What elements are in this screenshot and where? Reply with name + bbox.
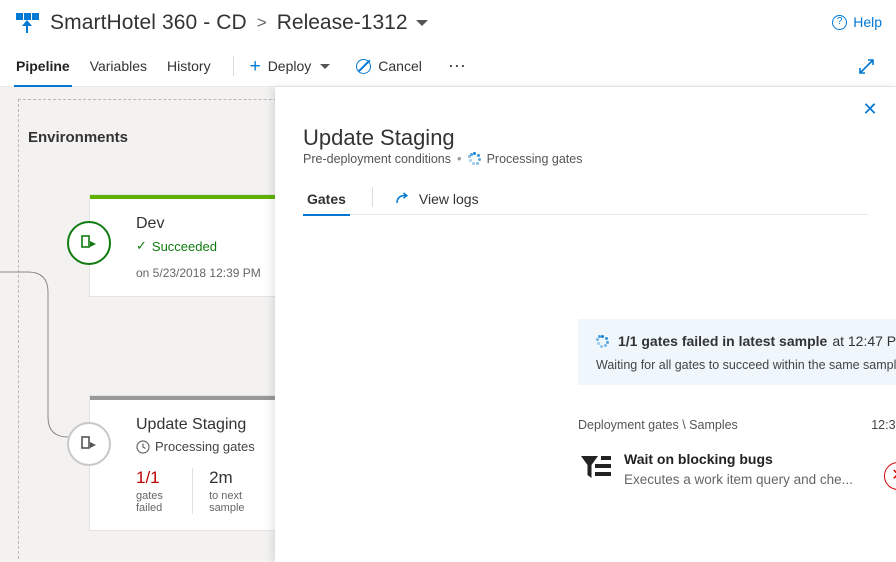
gates-flyout-panel: ✕ Update Staging Pre-deployment conditio… bbox=[275, 87, 896, 562]
tab-gates-label: Gates bbox=[307, 191, 346, 207]
info-detail: Waiting for all gates to succeed within … bbox=[596, 358, 896, 372]
stat-value: 1/1 bbox=[136, 468, 176, 488]
environment-card-dev[interactable]: Dev ✓ Succeeded on 5/23/2018 12:39 PM bbox=[90, 195, 290, 296]
work-item-query-icon bbox=[580, 454, 612, 484]
stat-gates-failed: 1/1 gates failed bbox=[136, 468, 192, 514]
ban-circle-icon bbox=[356, 59, 371, 74]
deploy-label: Deploy bbox=[268, 58, 312, 74]
release-pipeline-icon bbox=[14, 10, 40, 36]
flyout-tab-divider bbox=[372, 187, 373, 207]
environment-status: ✓ Succeeded bbox=[136, 238, 276, 254]
table-row-header-label: Deployment gates \ Samples bbox=[578, 418, 738, 432]
flyout-subtitle-status: Processing gates bbox=[487, 152, 583, 166]
tab-history-label: History bbox=[167, 58, 211, 74]
clock-icon bbox=[136, 440, 150, 454]
question-circle-icon: ? bbox=[832, 15, 847, 30]
deploy-environment-icon bbox=[67, 221, 111, 265]
tab-history[interactable]: History bbox=[165, 46, 213, 87]
view-logs-label: View logs bbox=[419, 191, 479, 207]
cancel-label: Cancel bbox=[378, 58, 422, 74]
release-name[interactable]: Release-1312 bbox=[277, 11, 408, 35]
stat-label: to next sample bbox=[209, 490, 260, 514]
gates-samples-table: Deployment gates \ Samples 12:37 PM 12:4… bbox=[578, 412, 896, 506]
chevron-down-icon[interactable] bbox=[416, 20, 428, 26]
column-header-sample-1: 12:37 PM bbox=[858, 418, 896, 432]
breadcrumb: SmartHotel 360 - CD > Release-1312 bbox=[50, 11, 428, 35]
environment-status-label: Processing gates bbox=[155, 439, 255, 454]
gate-description: Executes a work item query and che... bbox=[624, 472, 853, 487]
sample-status-1[interactable]: ✕ bbox=[880, 458, 896, 494]
project-title[interactable]: SmartHotel 360 - CD bbox=[50, 11, 247, 35]
spinner-icon bbox=[468, 152, 481, 165]
stat-label: gates failed bbox=[136, 490, 176, 514]
close-icon[interactable]: ✕ bbox=[856, 95, 884, 123]
pipeline-toolbar: Pipeline Variables History + Deploy Canc… bbox=[0, 46, 896, 87]
spinner-icon bbox=[596, 335, 609, 348]
table-row[interactable]: Wait on blocking bugs Executes a work it… bbox=[578, 446, 896, 506]
ellipsis-icon[interactable]: ⋯ bbox=[448, 56, 468, 77]
page-header: SmartHotel 360 - CD > Release-1312 ? Hel… bbox=[0, 0, 896, 46]
view-logs-button[interactable]: View logs bbox=[391, 183, 483, 215]
failed-outline-icon: ✕ bbox=[884, 462, 896, 490]
deploy-environment-icon bbox=[67, 422, 111, 466]
subtitle-separator: • bbox=[457, 151, 462, 166]
gates-info-banner: 1/1 gates failed in latest sample at 12:… bbox=[578, 319, 896, 385]
environment-status: Processing gates bbox=[136, 439, 276, 454]
breadcrumb-separator: > bbox=[257, 13, 267, 33]
info-headline-bold: 1/1 gates failed in latest sample bbox=[618, 333, 827, 349]
tab-gates[interactable]: Gates bbox=[303, 183, 350, 215]
expand-diagonal-icon[interactable] bbox=[857, 57, 876, 76]
info-headline-rest: at 12:47 PM bbox=[832, 333, 896, 349]
toolbar-divider bbox=[233, 56, 234, 76]
environment-status-label: Succeeded bbox=[152, 239, 217, 254]
tab-variables-label: Variables bbox=[90, 58, 147, 74]
environment-card-update-staging[interactable]: Update Staging Processing gates 1/1 gate… bbox=[90, 396, 290, 530]
environment-name: Dev bbox=[136, 215, 276, 233]
plus-icon: + bbox=[250, 57, 261, 76]
deploy-button[interactable]: + Deploy bbox=[248, 46, 333, 87]
flyout-subtitle-prefix: Pre-deployment conditions bbox=[303, 152, 451, 166]
environment-timestamp: on 5/23/2018 12:39 PM bbox=[136, 266, 276, 280]
table-header-row: Deployment gates \ Samples 12:37 PM 12:4… bbox=[578, 412, 896, 442]
gate-name: Wait on blocking bugs bbox=[624, 451, 773, 467]
tab-variables[interactable]: Variables bbox=[88, 46, 149, 87]
help-link[interactable]: ? Help bbox=[832, 14, 882, 30]
help-label: Help bbox=[853, 14, 882, 30]
open-external-icon bbox=[395, 191, 411, 207]
flyout-title: Update Staging bbox=[303, 125, 455, 151]
environment-name: Update Staging bbox=[136, 416, 276, 434]
release-pipeline-page: SmartHotel 360 - CD > Release-1312 ? Hel… bbox=[0, 0, 896, 562]
environment-stats: 1/1 gates failed 2m to next sample bbox=[136, 468, 276, 514]
info-headline: 1/1 gates failed in latest sample at 12:… bbox=[596, 333, 896, 349]
cancel-button[interactable]: Cancel bbox=[354, 46, 424, 87]
stat-value: 2m bbox=[209, 468, 260, 488]
tab-pipeline-label: Pipeline bbox=[16, 58, 70, 74]
stat-next-sample: 2m to next sample bbox=[192, 468, 276, 514]
chevron-down-icon[interactable] bbox=[320, 64, 330, 69]
flyout-tabstrip: Gates View logs bbox=[303, 183, 868, 215]
flyout-subtitle: Pre-deployment conditions • Processing g… bbox=[303, 151, 582, 166]
checkmark-icon: ✓ bbox=[136, 238, 147, 254]
tab-pipeline[interactable]: Pipeline bbox=[14, 46, 72, 87]
